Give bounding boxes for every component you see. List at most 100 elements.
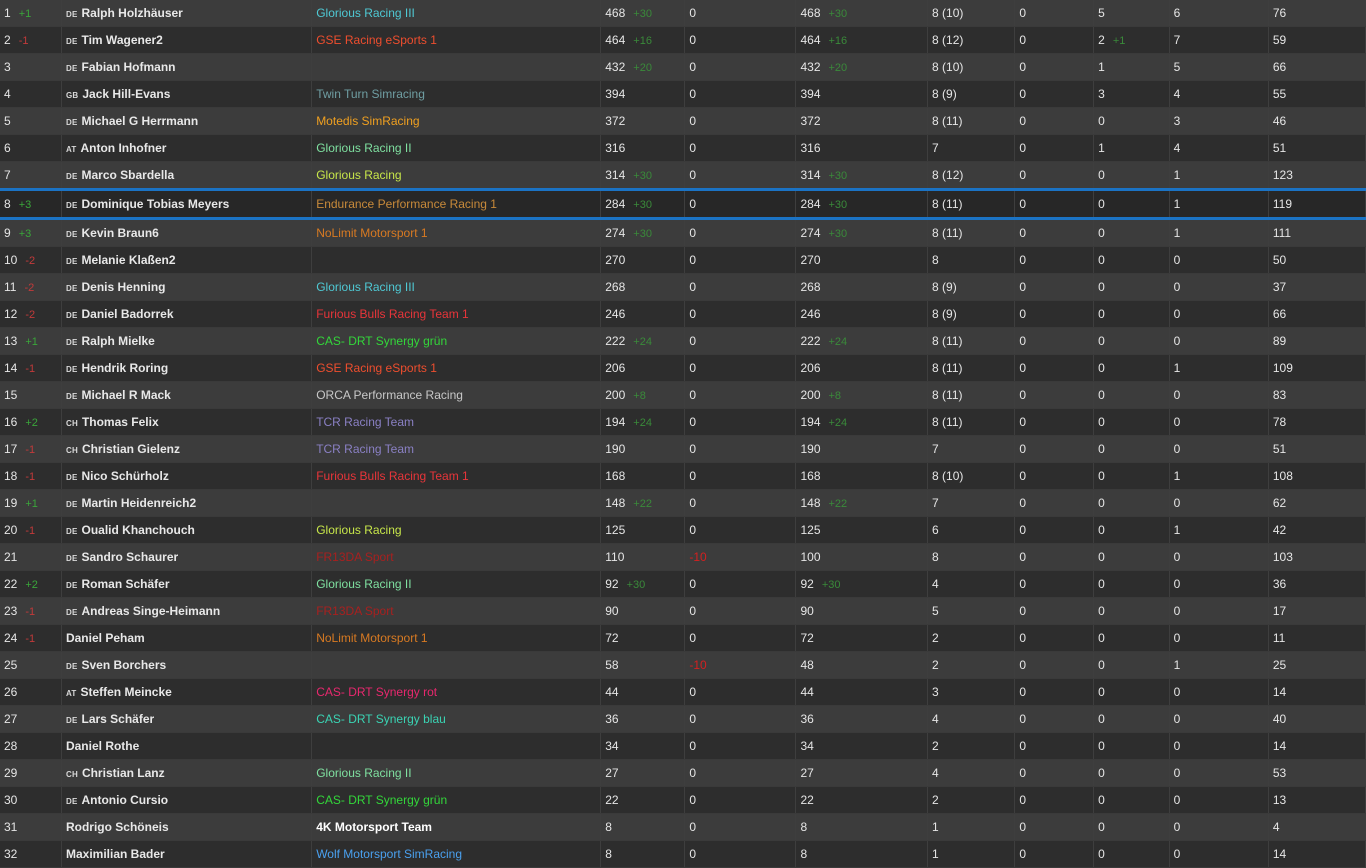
- table-row[interactable]: 14 -1 DE Hendrik Roring GSE Racing eSports 1…: [0, 354, 1366, 382]
- table-row[interactable]: 26 AT Steffen Meincke CAS- DRT Synergy rot 4…: [0, 678, 1366, 706]
- team-name[interactable]: NoLimit Motorsport 1: [316, 631, 427, 645]
- table-row[interactable]: 8 +3 DE Dominique Tobias Meyers Endurance Pe…: [0, 188, 1366, 220]
- table-row[interactable]: 30 DE Antonio Cursio CAS- DRT Synergy grün 2…: [0, 786, 1366, 814]
- team-name[interactable]: Glorious Racing II: [316, 766, 411, 780]
- table-row[interactable]: 15 DE Michael R Mack ORCA Performance Racin…: [0, 381, 1366, 409]
- driver-name[interactable]: Hendrik Roring: [81, 361, 168, 375]
- team-cell: [311, 651, 602, 679]
- table-row[interactable]: 29 CH Christian Lanz Glorious Racing II 27 0 2…: [0, 759, 1366, 787]
- table-row[interactable]: 5 DE Michael G Herrmann Motedis SimRacing 37…: [0, 107, 1366, 135]
- driver-name[interactable]: Denis Henning: [81, 280, 165, 294]
- driver-name[interactable]: Nico Schürholz: [81, 469, 168, 483]
- table-row[interactable]: 25 DE Sven Borchers 58 -10 48 2 0 0 1 25: [0, 651, 1366, 679]
- table-row[interactable]: 17 -1 CH Christian Gielenz TCR Racing Team 19…: [0, 435, 1366, 463]
- table-row[interactable]: 1 +1 DE Ralph Holzhäuser Glorious Racing III…: [0, 0, 1366, 27]
- team-name[interactable]: Twin Turn Simracing: [316, 87, 425, 101]
- team-name[interactable]: FR13DA Sport: [316, 550, 393, 564]
- driver-name[interactable]: Dominique Tobias Meyers: [81, 197, 229, 211]
- team-name[interactable]: GSE Racing eSports 1: [316, 33, 437, 47]
- driver-name[interactable]: Sandro Schaurer: [81, 550, 178, 564]
- driver-name[interactable]: Maximilian Bader: [66, 847, 165, 861]
- driver-name[interactable]: Daniel Peham: [66, 631, 145, 645]
- driver-name[interactable]: Michael R Mack: [81, 388, 170, 402]
- team-name[interactable]: NoLimit Motorsport 1: [316, 226, 427, 240]
- team-name[interactable]: CAS- DRT Synergy blau: [316, 712, 446, 726]
- driver-name[interactable]: Marco Sbardella: [81, 168, 174, 182]
- stat-3-cell: 0: [1169, 786, 1269, 814]
- table-row[interactable]: 9 +3 DE Kevin Braun6 NoLimit Motorsport 1 274…: [0, 218, 1366, 247]
- team-name[interactable]: Furious Bulls Racing Team 1: [316, 469, 469, 483]
- table-row[interactable]: 24 -1 Daniel Peham NoLimit Motorsport 1 72 0 7…: [0, 624, 1366, 652]
- driver-name[interactable]: Martin Heidenreich2: [81, 496, 196, 510]
- team-name[interactable]: Glorious Racing III: [316, 6, 415, 20]
- table-row[interactable]: 27 DE Lars Schäfer CAS- DRT Synergy blau 36 0…: [0, 705, 1366, 733]
- team-name[interactable]: 4K Motorsport Team: [316, 820, 432, 834]
- table-row[interactable]: 16 +2 CH Thomas Felix TCR Racing Team 194 +24 0…: [0, 408, 1366, 436]
- team-name[interactable]: GSE Racing eSports 1: [316, 361, 437, 375]
- table-row[interactable]: 2 -1 DE Tim Wagener2 GSE Racing eSports 1 464…: [0, 26, 1366, 54]
- table-row[interactable]: 3 DE Fabian Hofmann 432 +20 0 432 +20 8 (10) 0 1 5 6…: [0, 53, 1366, 81]
- table-row[interactable]: 20 -1 DE Oualid Khanchouch Glorious Racing 12…: [0, 516, 1366, 544]
- team-name[interactable]: TCR Racing Team: [316, 415, 414, 429]
- table-row[interactable]: 7 DE Marco Sbardella Glorious Racing 314 +30 0…: [0, 161, 1366, 190]
- team-name[interactable]: ORCA Performance Racing: [316, 388, 463, 402]
- driver-name[interactable]: Ralph Holzhäuser: [81, 6, 182, 20]
- driver-name[interactable]: Rodrigo Schöneis: [66, 820, 169, 834]
- team-name[interactable]: Glorious Racing: [316, 168, 401, 182]
- table-row[interactable]: 28 Daniel Rothe 34 0 34 2 0 0 0 14: [0, 732, 1366, 760]
- driver-name[interactable]: Steffen Meincke: [80, 685, 171, 699]
- table-row[interactable]: 19 +1 DE Martin Heidenreich2 148 +22 0 148 +22 7 0…: [0, 489, 1366, 517]
- team-name[interactable]: Glorious Racing II: [316, 577, 411, 591]
- table-row[interactable]: 10 -2 DE Melanie Klaßen2 270 0 270 8 0 0 0 50: [0, 246, 1366, 274]
- driver-name[interactable]: Antonio Cursio: [81, 793, 168, 807]
- team-name[interactable]: CAS- DRT Synergy rot: [316, 685, 437, 699]
- team-name[interactable]: Glorious Racing: [316, 523, 401, 537]
- driver-name[interactable]: Christian Lanz: [82, 766, 165, 780]
- table-row[interactable]: 6 AT Anton Inhofner Glorious Racing II 316 0 3…: [0, 134, 1366, 162]
- driver-name[interactable]: Michael G Herrmann: [81, 114, 198, 128]
- table-row[interactable]: 12 -2 DE Daniel Badorrek Furious Bulls Racin…: [0, 300, 1366, 328]
- driver-name[interactable]: Anton Inhofner: [80, 141, 166, 155]
- driver-name[interactable]: Jack Hill-Evans: [82, 87, 170, 101]
- table-row[interactable]: 23 -1 DE Andreas Singe-Heimann FR13DA Sport 9…: [0, 597, 1366, 625]
- driver-name[interactable]: Daniel Badorrek: [81, 307, 173, 321]
- team-name[interactable]: Glorious Racing III: [316, 280, 415, 294]
- driver-name[interactable]: Thomas Felix: [82, 415, 159, 429]
- driver-name[interactable]: Christian Gielenz: [82, 442, 180, 456]
- driver-name[interactable]: Daniel Rothe: [66, 739, 139, 753]
- team-name[interactable]: TCR Racing Team: [316, 442, 414, 456]
- driver-name[interactable]: Oualid Khanchouch: [81, 523, 194, 537]
- team-cell: Furious Bulls Racing Team 1: [311, 462, 602, 490]
- stat-4-cell: 59: [1268, 26, 1366, 54]
- team-name[interactable]: CAS- DRT Synergy grün: [316, 334, 447, 348]
- team-name[interactable]: Furious Bulls Racing Team 1: [316, 307, 469, 321]
- team-name[interactable]: Glorious Racing II: [316, 141, 411, 155]
- stat-4: 37: [1272, 280, 1287, 294]
- driver-name[interactable]: Lars Schäfer: [81, 712, 154, 726]
- driver-name[interactable]: Ralph Mielke: [81, 334, 154, 348]
- driver-name[interactable]: Roman Schäfer: [81, 577, 169, 591]
- table-row[interactable]: 32 Maximilian Bader Wolf Motorsport SimRac…: [0, 840, 1366, 868]
- position-cell: 4: [0, 80, 62, 108]
- stat-1-cell: 0: [1014, 246, 1095, 274]
- driver-name[interactable]: Melanie Klaßen2: [81, 253, 175, 267]
- table-row[interactable]: 21 DE Sandro Schaurer FR13DA Sport 110 -10 100…: [0, 543, 1366, 571]
- team-name[interactable]: CAS- DRT Synergy grün: [316, 793, 447, 807]
- team-name[interactable]: Wolf Motorsport SimRacing: [316, 847, 462, 861]
- country-code: DE: [65, 172, 78, 181]
- driver-name[interactable]: Sven Borchers: [81, 658, 166, 672]
- table-row[interactable]: 31 Rodrigo Schöneis 4K Motorsport Team 8 0 8 1…: [0, 813, 1366, 841]
- team-name[interactable]: FR13DA Sport: [316, 604, 393, 618]
- table-row[interactable]: 4 GB Jack Hill-Evans Twin Turn Simracing 394…: [0, 80, 1366, 108]
- driver-name[interactable]: Kevin Braun6: [81, 226, 158, 240]
- table-row[interactable]: 22 +2 DE Roman Schäfer Glorious Racing II 92 +…: [0, 570, 1366, 598]
- table-row[interactable]: 11 -2 DE Denis Henning Glorious Racing III 26…: [0, 273, 1366, 301]
- team-name[interactable]: Motedis SimRacing: [316, 114, 419, 128]
- driver-name[interactable]: Andreas Singe-Heimann: [81, 604, 220, 618]
- driver-name[interactable]: Fabian Hofmann: [81, 60, 175, 74]
- races-cell: 1: [927, 840, 1016, 868]
- table-row[interactable]: 13 +1 DE Ralph Mielke CAS- DRT Synergy grün 2…: [0, 327, 1366, 355]
- driver-name[interactable]: Tim Wagener2: [81, 33, 162, 47]
- table-row[interactable]: 18 -1 DE Nico Schürholz Furious Bulls Racing…: [0, 462, 1366, 490]
- team-name[interactable]: Endurance Performance Racing 1: [316, 197, 497, 211]
